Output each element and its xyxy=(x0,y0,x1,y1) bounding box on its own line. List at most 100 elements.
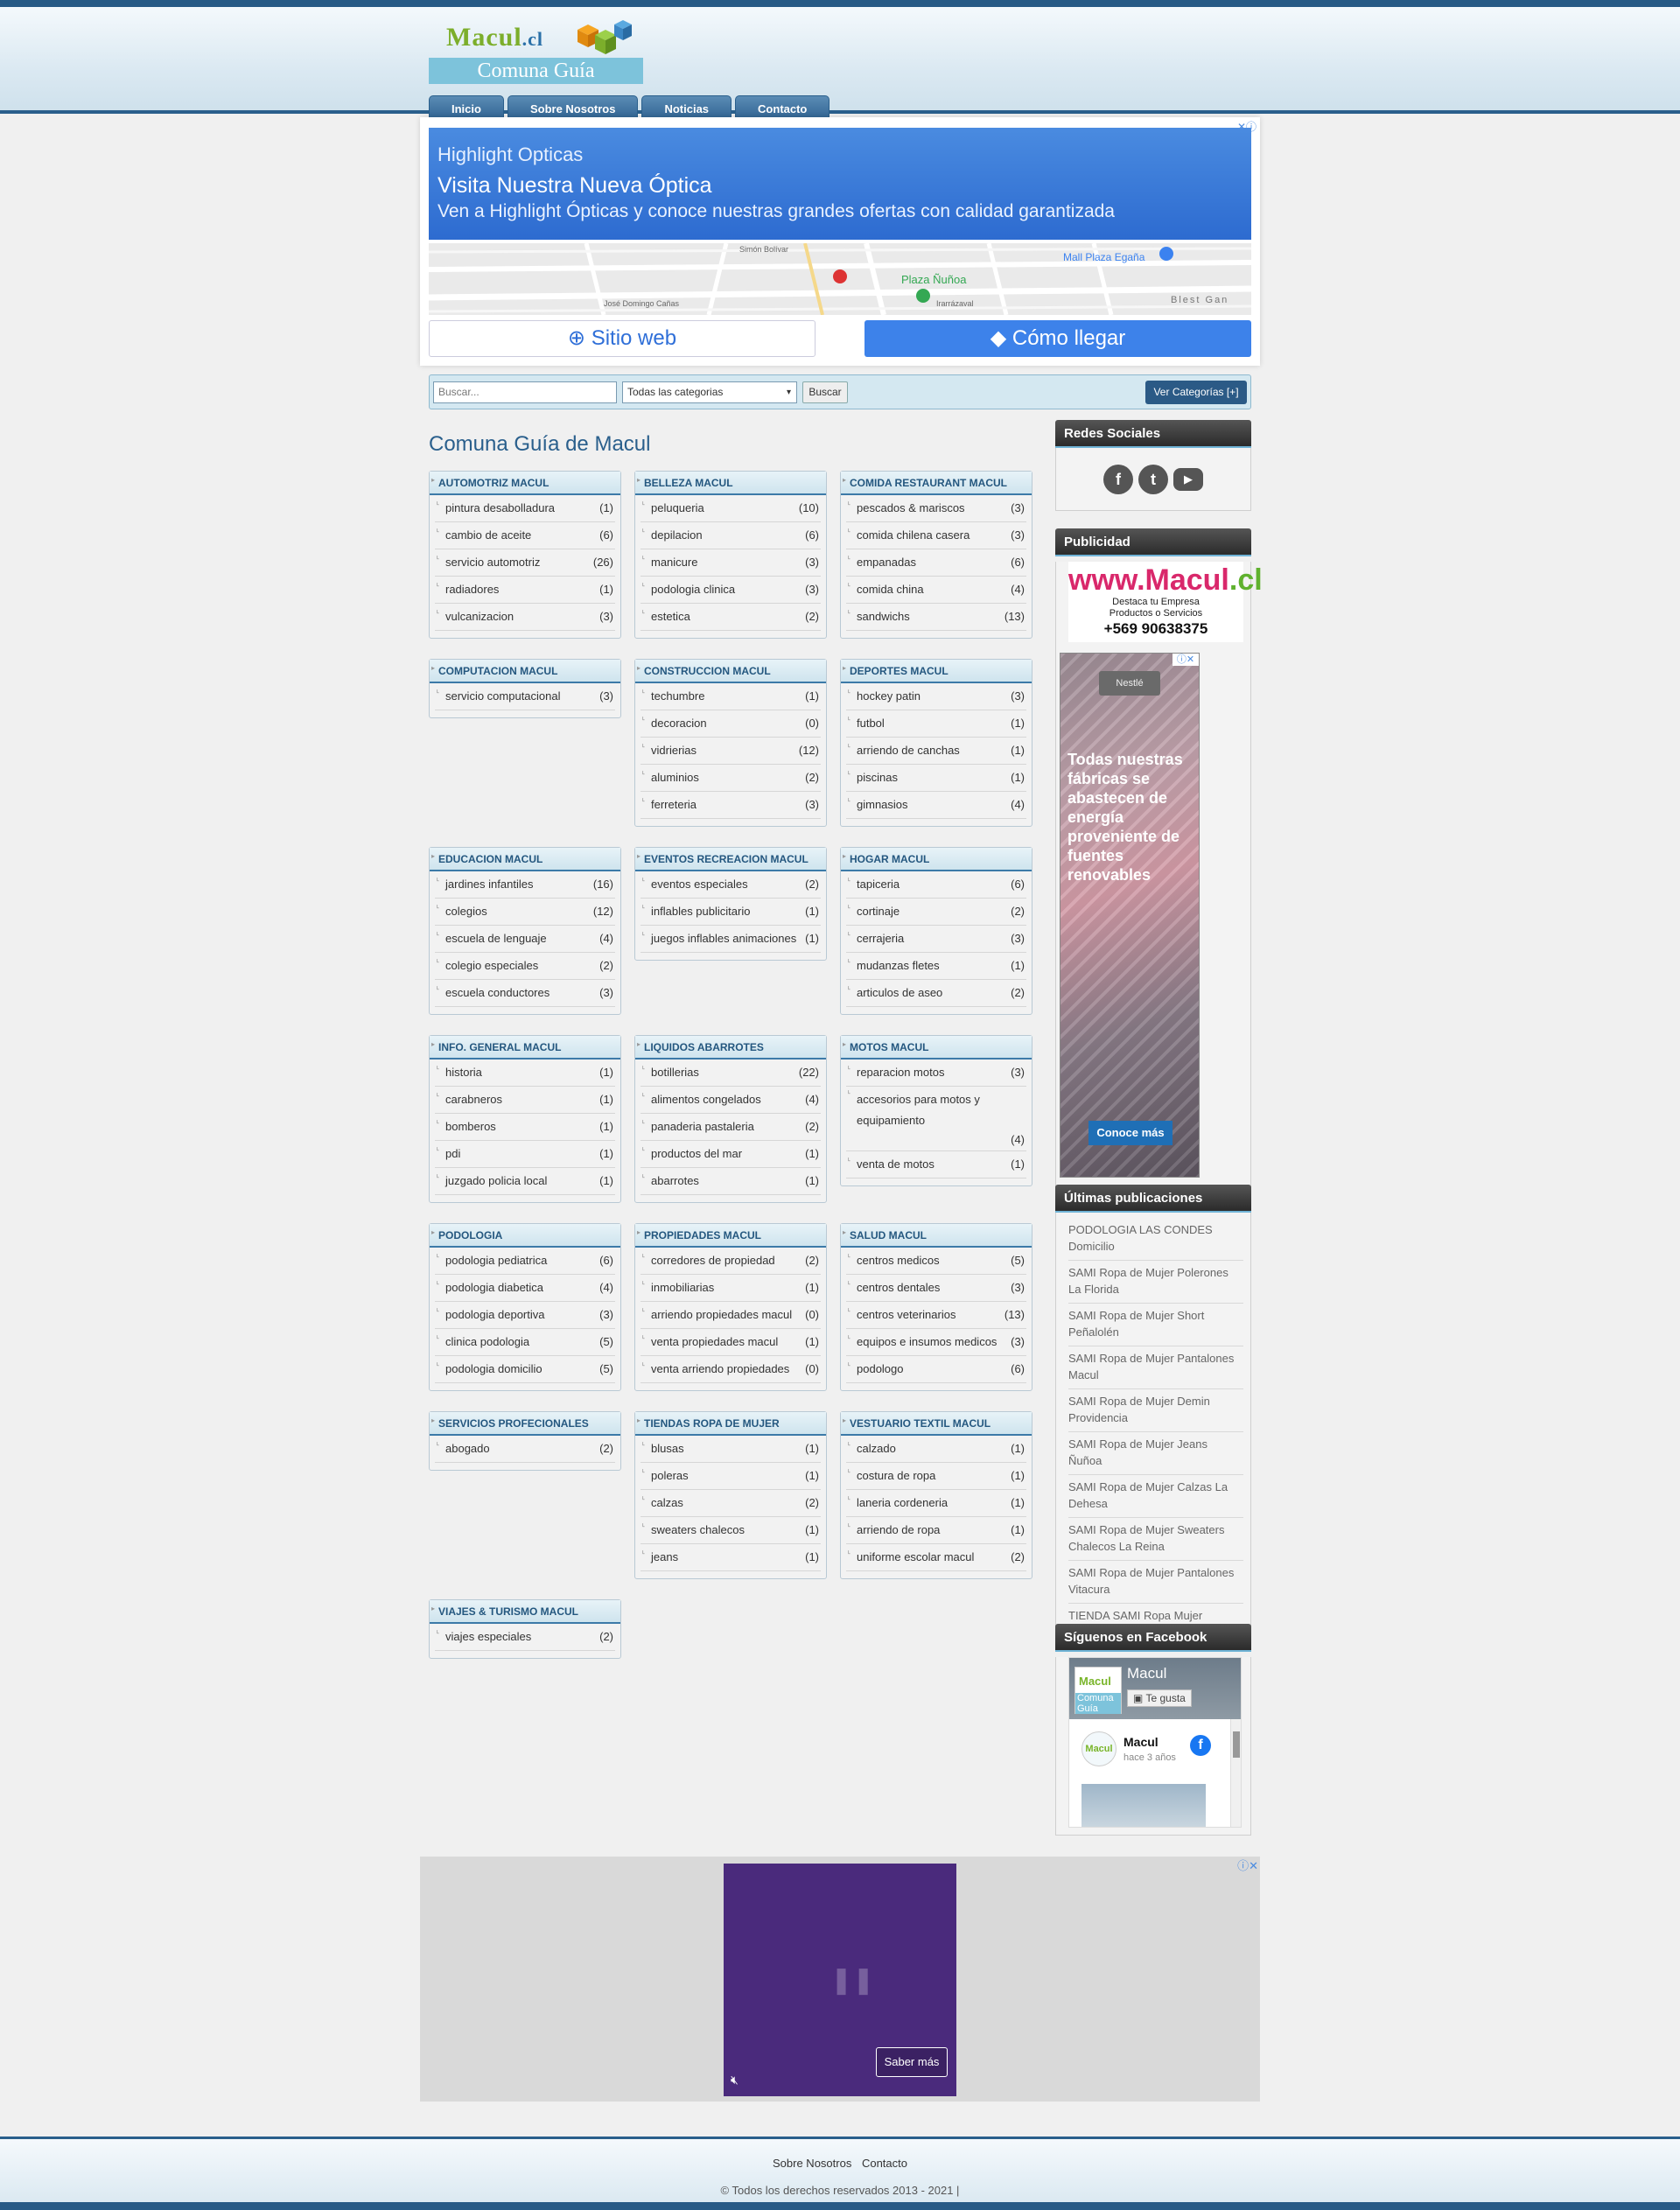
category-item[interactable]: juzgado policia local (1) xyxy=(435,1162,615,1195)
site-logo[interactable]: Macul.cl Comuna Guía xyxy=(429,17,643,84)
category-item[interactable]: costura de ropa (1) xyxy=(846,1457,1026,1490)
category-item[interactable]: abarrotes (1) xyxy=(640,1162,821,1195)
category-title[interactable]: COMIDA RESTAURANT MACUL xyxy=(841,468,1032,495)
search-button[interactable]: Buscar xyxy=(802,381,848,403)
category-title[interactable]: LIQUIDOS ABARROTES xyxy=(635,1032,826,1060)
fb-page-name[interactable]: Macul xyxy=(1127,1665,1166,1682)
category-item[interactable]: cortinaje (2) xyxy=(846,892,1026,926)
category-item[interactable]: inflables publicitario (1) xyxy=(640,892,821,926)
top-ad-banner[interactable]: ✕ⓘ Highlight Opticas Visita Nuestra Nuev… xyxy=(420,117,1260,366)
category-item[interactable]: arriendo de ropa (1) xyxy=(846,1511,1026,1544)
category-item[interactable]: poleras (1) xyxy=(640,1457,821,1490)
latest-post-link[interactable]: SAMI Ropa de Mujer Short Peñalolén xyxy=(1068,1304,1243,1346)
category-item[interactable]: juegos inflables animaciones (1) xyxy=(640,920,821,953)
category-item[interactable]: accesorios para motos y equipamiento (4) xyxy=(846,1081,1026,1151)
category-title[interactable]: SALUD MACUL xyxy=(841,1220,1032,1248)
category-item[interactable]: equipos e insumos medicos (3) xyxy=(846,1323,1026,1356)
category-item[interactable]: escuela de lenguaje (4) xyxy=(435,920,615,953)
category-title[interactable]: EDUCACION MACUL xyxy=(430,844,620,871)
category-item[interactable]: venta arriendo propiedades (0) xyxy=(640,1350,821,1383)
category-item[interactable]: jardines infantiles (16) xyxy=(435,865,615,899)
category-item[interactable]: pdi (1) xyxy=(435,1135,615,1168)
category-item[interactable]: techumbre (1) xyxy=(640,677,821,710)
category-item[interactable]: carabneros (1) xyxy=(435,1081,615,1114)
category-item[interactable]: uniforme escolar macul (2) xyxy=(846,1538,1026,1571)
category-item[interactable]: centros veterinarios (13) xyxy=(846,1296,1026,1329)
category-item[interactable]: empanadas (6) xyxy=(846,543,1026,577)
category-item[interactable]: calzas (2) xyxy=(640,1484,821,1517)
latest-post-link[interactable]: SAMI Ropa de Mujer Calzas La Dehesa xyxy=(1068,1475,1243,1518)
category-item[interactable]: inmobiliarias (1) xyxy=(640,1269,821,1302)
category-item[interactable]: comida chilena casera (3) xyxy=(846,516,1026,549)
fb-scrollbar[interactable] xyxy=(1230,1719,1241,1827)
fb-post-image[interactable] xyxy=(1082,1784,1206,1827)
category-item[interactable]: vulcanizacion (3) xyxy=(435,598,615,631)
category-item[interactable]: historia (1) xyxy=(435,1053,615,1087)
category-item[interactable]: podologia deportiva (3) xyxy=(435,1296,615,1329)
category-item[interactable]: cerrajeria (3) xyxy=(846,920,1026,953)
category-item[interactable]: botillerias (22) xyxy=(640,1053,821,1087)
category-item[interactable]: colegios (12) xyxy=(435,892,615,926)
category-title[interactable]: PODOLOGIA xyxy=(430,1220,620,1248)
category-item[interactable]: pintura desabolladura (1) xyxy=(435,489,615,522)
category-item[interactable]: pescados & mariscos (3) xyxy=(846,489,1026,522)
category-title[interactable]: VESTUARIO TEXTIL MACUL xyxy=(841,1409,1032,1436)
category-title[interactable]: CONSTRUCCION MACUL xyxy=(635,656,826,683)
category-item[interactable]: clinica podologia (5) xyxy=(435,1323,615,1356)
category-item[interactable]: futbol (1) xyxy=(846,704,1026,738)
category-select[interactable]: Todas las categorias ▾ xyxy=(622,381,797,403)
latest-post-link[interactable]: SAMI Ropa de Mujer Pantalones Macul xyxy=(1068,1346,1243,1389)
search-input[interactable]: Buscar... xyxy=(433,381,617,403)
latest-post-link[interactable]: SAMI Ropa de Mujer Sweaters Chalecos La … xyxy=(1068,1518,1243,1561)
category-title[interactable]: BELLEZA MACUL xyxy=(635,468,826,495)
latest-post-link[interactable]: SAMI Ropa de Mujer Jeans Ñuñoa xyxy=(1068,1432,1243,1475)
video-player[interactable]: ❚❚ 🔇︎ Saber más xyxy=(724,1864,956,2096)
category-item[interactable]: depilacion (6) xyxy=(640,516,821,549)
video-cta-button[interactable]: Saber más xyxy=(876,2047,948,2077)
footer-link-sobre[interactable]: Sobre Nosotros xyxy=(773,2157,851,2170)
category-title[interactable]: SERVICIOS PROFECIONALES xyxy=(430,1409,620,1436)
latest-post-link[interactable]: SAMI Ropa de Mujer Polerones La Florida xyxy=(1068,1261,1243,1304)
category-item[interactable]: centros medicos (5) xyxy=(846,1241,1026,1275)
category-item[interactable]: radiadores (1) xyxy=(435,570,615,604)
ad-directions-button[interactable]: ◆ Cómo llegar xyxy=(864,320,1251,357)
category-item[interactable]: eventos especiales (2) xyxy=(640,865,821,899)
category-title[interactable]: EVENTOS RECREACION MACUL xyxy=(635,844,826,871)
ad-website-button[interactable]: ⊕ Sitio web xyxy=(429,320,816,357)
view-categories-button[interactable]: Ver Categorías [+] xyxy=(1145,381,1247,404)
fb-avatar[interactable]: Macul Comuna Guía xyxy=(1074,1667,1122,1714)
category-item[interactable]: servicio automotriz (26) xyxy=(435,543,615,577)
category-title[interactable]: AUTOMOTRIZ MACUL xyxy=(430,468,620,495)
category-item[interactable]: podologia diabetica (4) xyxy=(435,1269,615,1302)
category-item[interactable]: mudanzas fletes (1) xyxy=(846,947,1026,980)
category-item[interactable]: gimnasios (4) xyxy=(846,786,1026,819)
category-item[interactable]: arriendo de canchas (1) xyxy=(846,731,1026,765)
category-item[interactable]: escuela conductores (3) xyxy=(435,974,615,1007)
category-item[interactable]: manicure (3) xyxy=(640,543,821,577)
category-title[interactable]: VIAJES & TURISMO MACUL xyxy=(430,1597,620,1624)
video-ad[interactable]: ⓘ✕ ❚❚ 🔇︎ Saber más xyxy=(420,1857,1260,2102)
category-item[interactable]: decoracion (0) xyxy=(640,704,821,738)
category-item[interactable]: estetica (2) xyxy=(640,598,821,631)
category-item[interactable]: blusas (1) xyxy=(640,1430,821,1463)
category-title[interactable]: MOTOS MACUL xyxy=(841,1032,1032,1060)
category-item[interactable]: centros dentales (3) xyxy=(846,1269,1026,1302)
category-item[interactable]: hockey patin (3) xyxy=(846,677,1026,710)
category-item[interactable]: aluminios (2) xyxy=(640,759,821,792)
category-item[interactable]: podologia clinica (3) xyxy=(640,570,821,604)
youtube-icon[interactable]: ▶ xyxy=(1173,467,1203,491)
twitter-icon[interactable]: t xyxy=(1138,464,1168,494)
pause-icon[interactable]: ❚❚ xyxy=(830,1965,874,1996)
category-item[interactable]: colegio especiales (2) xyxy=(435,947,615,980)
nestle-ad[interactable]: ⓘ✕ Nestlé Todas nuestras fábricas se aba… xyxy=(1060,653,1200,1178)
footer-link-contacto[interactable]: Contacto xyxy=(862,2157,907,2170)
facebook-icon[interactable]: f xyxy=(1103,464,1133,494)
category-item[interactable]: reparacion motos (3) xyxy=(846,1053,1026,1087)
category-title[interactable]: COMPUTACION MACUL xyxy=(430,656,620,683)
mute-icon[interactable]: 🔇︎ xyxy=(731,2073,738,2088)
latest-post-link[interactable]: SAMI Ropa de Mujer Pantalones Vitacura xyxy=(1068,1561,1243,1604)
category-title[interactable]: DEPORTES MACUL xyxy=(841,656,1032,683)
ad-close-icon[interactable]: ⓘ✕ xyxy=(1172,654,1199,666)
category-item[interactable]: productos del mar (1) xyxy=(640,1135,821,1168)
category-item[interactable]: vidrierias (12) xyxy=(640,731,821,765)
